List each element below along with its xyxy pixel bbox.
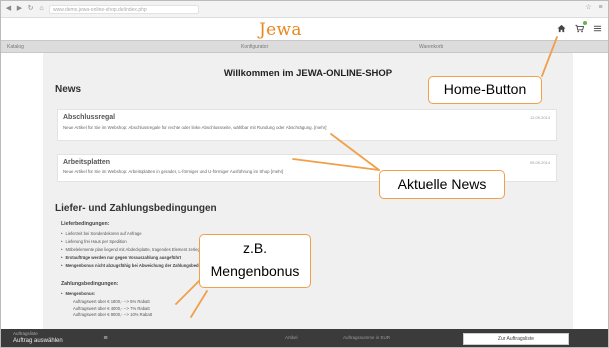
delivery-heading: Lieferbedingungen: — [61, 221, 110, 227]
browser-toolbar: ◀ ▶ ↻ ⌂ www.demo.jewa-online-shop.de/ind… — [1, 1, 608, 18]
cart-badge — [583, 21, 587, 25]
home-icon[interactable] — [557, 24, 566, 33]
bonus-lines: Auftragswert über € 1800,- --> 5% Rabatt… — [73, 299, 152, 319]
tab-konfigurator[interactable]: Konfigurator — [241, 44, 268, 50]
list-toggle-icon[interactable]: ≡ — [101, 334, 110, 343]
list-item: Möbelelemente plan liegend mit Abdeckpla… — [61, 246, 217, 254]
news-date: 05.05.2014 — [529, 160, 550, 165]
terms-heading: Liefer- und Zahlungsbedingungen — [55, 203, 217, 214]
star-icon[interactable]: ☆ — [585, 4, 592, 12]
forward-icon[interactable]: ▶ — [16, 5, 23, 13]
back-icon[interactable]: ◀ — [5, 5, 12, 13]
news-title[interactable]: Abschlussregal — [63, 114, 115, 121]
payment-list: Mengenbonus: — [61, 290, 95, 298]
news-text: Neue Artikel für Sie im Webshop: Abschlu… — [63, 125, 327, 130]
payment-heading: Zahlungsbedingungen: — [61, 281, 119, 287]
tab-warenkorb[interactable]: Warenkorb — [419, 44, 443, 50]
news-date: 12.05.2014 — [529, 115, 550, 120]
news-title[interactable]: Arbeitsplatten — [63, 159, 110, 166]
site-header: Jewa — [1, 18, 608, 40]
order-sum-label: Auftragssumme in EUR — [343, 335, 391, 340]
hamburger-menu-icon[interactable] — [593, 24, 602, 33]
home-browser-icon[interactable]: ⌂ — [38, 5, 45, 13]
list-item: Mengenbonus: — [61, 290, 95, 298]
bonus-callout: z.B. Mengenbonus — [199, 234, 311, 288]
home-button-callout: Home-Button — [428, 76, 542, 104]
list-item: Lieferzeit bei Sonderdekoren auf Anfrage — [61, 230, 217, 238]
article-label: Artikel — [285, 335, 298, 340]
bonus-line: Auftragswert über € 9000,- --> 10% Rabat… — [73, 312, 153, 317]
address-bar[interactable]: www.demo.jewa-online-shop.de/index.php — [49, 4, 199, 14]
reload-icon[interactable]: ↻ — [27, 5, 34, 13]
bonus-callout-line: Mengenbonus — [210, 263, 300, 279]
bonus-line: Auftragswert über € 1800,- --> 5% Rabatt — [73, 299, 150, 304]
screenshot-frame: ◀ ▶ ↻ ⌂ www.demo.jewa-online-shop.de/ind… — [0, 0, 609, 348]
cart-icon[interactable] — [575, 21, 587, 33]
menu-icon[interactable]: ≡ — [597, 4, 604, 12]
list-item: Erstaufträge werden nur gegen Vorauszahl… — [61, 254, 217, 262]
order-status-bar: Auftragsliste Auftrag auswählen ≡ Artike… — [1, 329, 608, 347]
list-item: Lieferung frei Haus per Spedition — [61, 238, 217, 246]
news-callout: Aktuelle News — [379, 170, 505, 199]
news-text: Neue Artikel für Sie im Webshop: Arbeits… — [63, 169, 284, 174]
news-card[interactable]: Abschlussregal Neue Artikel für Sie im W… — [57, 109, 557, 141]
to-order-list-button[interactable]: Zur Auftragsliste — [463, 333, 569, 345]
tab-katalog[interactable]: Katalog — [7, 44, 24, 50]
order-list-label: Auftragsliste — [13, 331, 38, 336]
jewa-logo[interactable]: Jewa — [259, 20, 302, 40]
delivery-list: Lieferzeit bei Sonderdekoren auf Anfrage… — [61, 230, 217, 270]
news-callout-label: Aktuelle News — [397, 176, 487, 192]
bonus-callout-line: z.B. — [242, 240, 268, 256]
list-item: Mengenbonus nicht abzugsfähig bei Abweic… — [61, 262, 217, 270]
order-select[interactable]: Auftrag auswählen — [13, 338, 63, 344]
main-tabs: Katalog Konfigurator Warenkorb — [1, 40, 608, 53]
news-heading: News — [55, 84, 82, 95]
